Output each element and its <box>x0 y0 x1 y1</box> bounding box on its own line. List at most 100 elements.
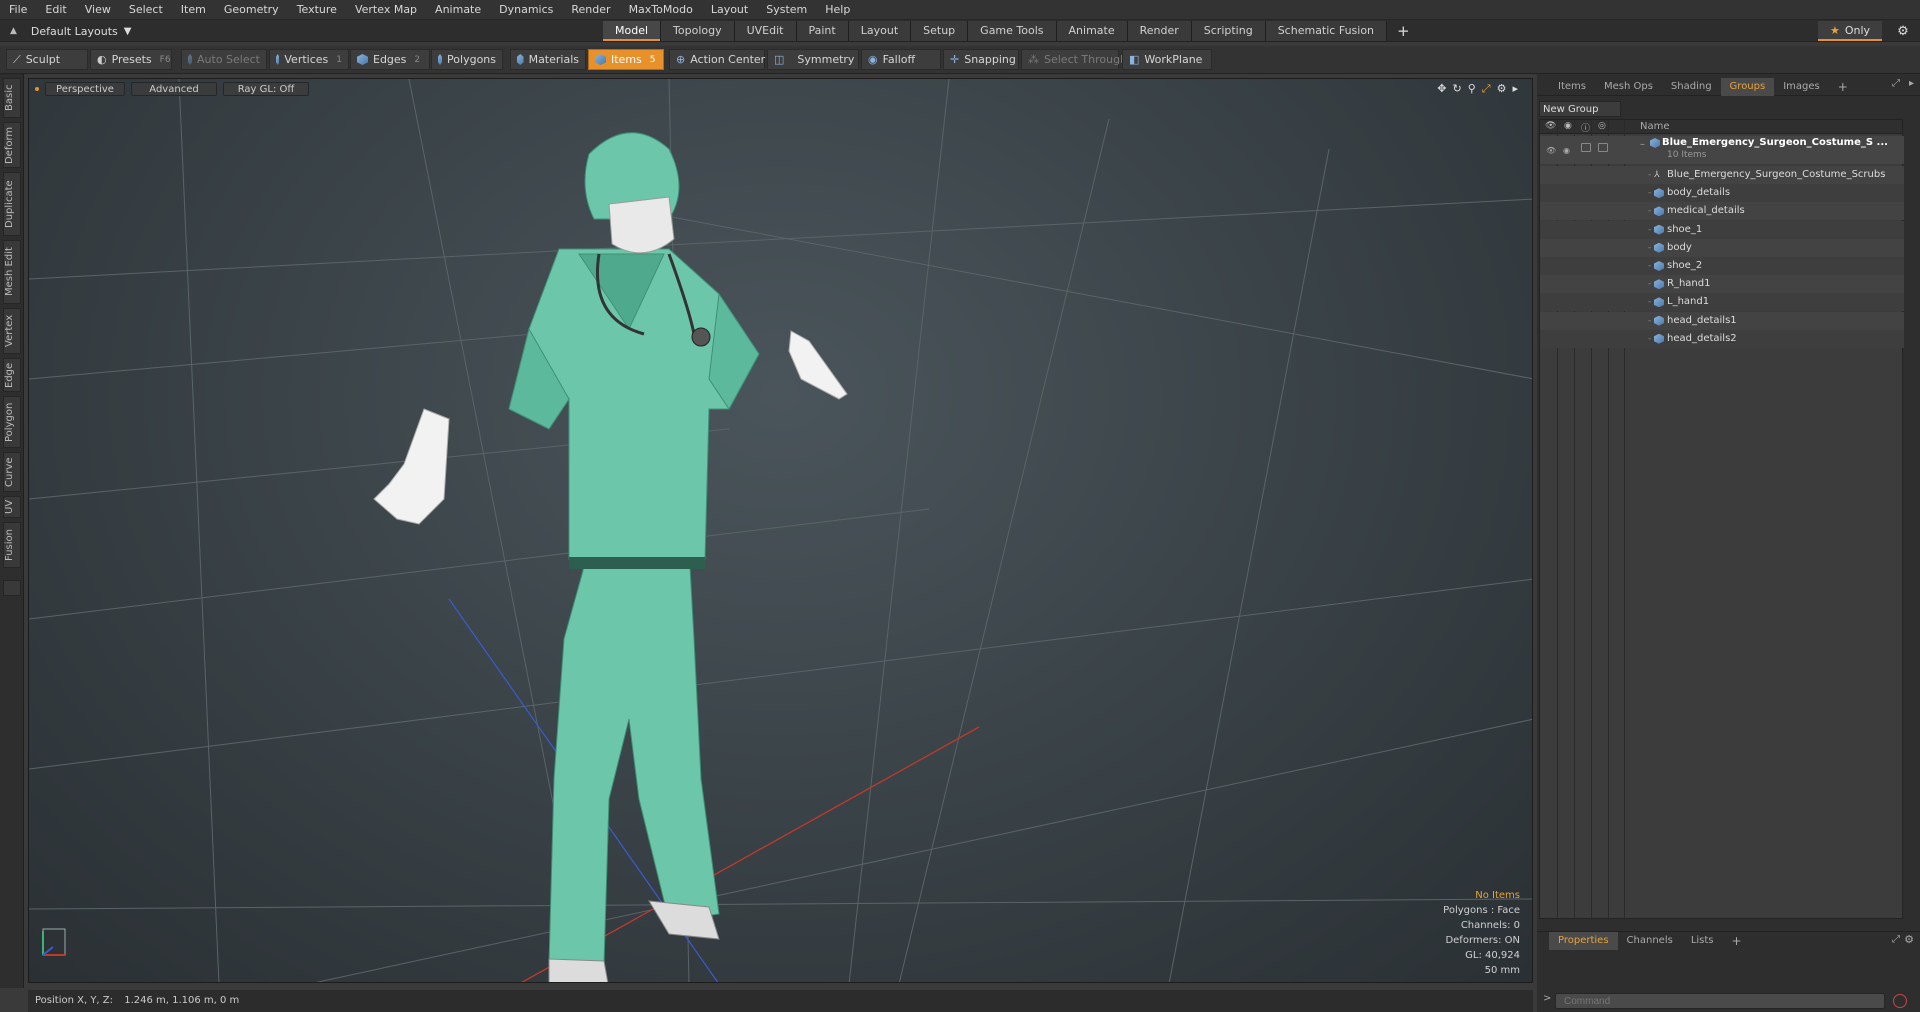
group-item-row[interactable]: - shoe_1 <box>1540 220 1904 239</box>
tab-setup[interactable]: Setup <box>911 21 969 41</box>
expand-arrow-icon[interactable]: ▸ <box>1512 82 1518 96</box>
menu-dynamics[interactable]: Dynamics <box>490 0 562 20</box>
left-tab-polygon[interactable]: Polygon <box>3 396 21 448</box>
left-tab-deform[interactable]: Deform <box>3 122 21 168</box>
new-group-button[interactable]: New Group <box>1539 101 1621 117</box>
menu-vertex-map[interactable]: Vertex Map <box>346 0 426 20</box>
panel-tab-images[interactable]: Images <box>1774 78 1829 96</box>
raygl-button[interactable]: Ray GL: Off <box>223 82 309 96</box>
sculpt-button[interactable]: ⟋ Sculpt <box>6 49 88 70</box>
group-item-row[interactable]: - R_hand1 <box>1540 275 1904 294</box>
select-through-button[interactable]: ⁂ Select Through <box>1021 49 1127 70</box>
tab-schematic-fusion[interactable]: Schematic Fusion <box>1265 21 1388 41</box>
menu-maxtomodo[interactable]: MaxToModo <box>620 0 702 20</box>
viewport-settings-icon[interactable]: ⚙ <box>1497 82 1507 96</box>
collapse-icon[interactable]: – <box>1640 136 1645 154</box>
bottom-tab-channels[interactable]: Channels <box>1618 932 1682 950</box>
menu-geometry[interactable]: Geometry <box>215 0 288 20</box>
tab-scripting[interactable]: Scripting <box>1191 21 1266 41</box>
menu-animate[interactable]: Animate <box>426 0 490 20</box>
materials-button[interactable]: Materials <box>510 49 586 70</box>
group-item-row[interactable]: - head_details1 <box>1540 311 1904 330</box>
symmetry-button[interactable]: ◫ Symmetry <box>767 49 859 70</box>
advanced-button[interactable]: Advanced <box>131 82 217 96</box>
tab-model[interactable]: Model <box>603 21 662 41</box>
group-item-row[interactable]: - medical_details <box>1540 202 1904 221</box>
menu-layout[interactable]: Layout <box>702 0 757 20</box>
menu-render[interactable]: Render <box>562 0 619 20</box>
panel-tab-shading[interactable]: Shading <box>1662 78 1721 96</box>
only-button[interactable]: ★ Only <box>1818 21 1882 41</box>
group-item-row[interactable]: - head_details2 <box>1540 329 1904 348</box>
auto-select-button[interactable]: Auto Select <box>181 49 267 70</box>
record-icon[interactable] <box>1893 994 1907 1008</box>
bottom-gear-icon[interactable]: ⚙ <box>1904 933 1914 946</box>
lock-checkbox[interactable] <box>1581 143 1591 152</box>
menu-system[interactable]: System <box>757 0 816 20</box>
group-item-row[interactable]: - ⅄ Blue_Emergency_Surgeon_Costume_Scrubs <box>1540 166 1904 184</box>
left-tab-duplicate[interactable]: Duplicate <box>3 172 21 236</box>
edges-button[interactable]: Edges 2 <box>350 49 430 70</box>
render-toggle-icon[interactable]: ◉ <box>1563 142 1570 160</box>
tab-uvedit[interactable]: UVEdit <box>734 21 797 41</box>
rotate-icon[interactable]: ↻ <box>1453 82 1462 96</box>
stethoscope-chestpiece[interactable] <box>691 327 711 347</box>
tab-layout[interactable]: Layout <box>848 21 912 41</box>
left-shoe[interactable] <box>548 958 609 983</box>
viewport-scene[interactable] <box>29 79 1533 983</box>
group-item-row[interactable]: - shoe_2 <box>1540 257 1904 275</box>
tab-paint[interactable]: Paint <box>796 21 849 41</box>
gear-icon[interactable]: ⚙ <box>1892 21 1914 41</box>
falloff-button[interactable]: ◉ Falloff <box>861 49 941 70</box>
face-mask[interactable] <box>608 196 675 254</box>
left-tab-edge[interactable]: Edge <box>3 358 21 392</box>
items-button[interactable]: Items 5 <box>588 49 664 70</box>
menu-edit[interactable]: Edit <box>36 0 75 20</box>
add-bottom-tab-icon[interactable]: + <box>1723 932 1751 950</box>
bottom-expand-icon[interactable]: ⤢ <box>1892 934 1900 945</box>
viewport-menu-dot[interactable] <box>35 87 39 91</box>
workplane-button[interactable]: ◧ WorkPlane <box>1122 49 1212 70</box>
menu-view[interactable]: View <box>76 0 120 20</box>
layout-selector[interactable]: ▲ Default Layouts ▼ <box>0 20 131 42</box>
menu-file[interactable]: File <box>0 0 36 20</box>
group-item-row[interactable]: - body_details <box>1540 184 1904 203</box>
group-item-row[interactable]: - L_hand1 <box>1540 293 1904 312</box>
left-tab-vertex[interactable]: Vertex <box>3 308 21 354</box>
left-glove[interactable] <box>373 408 450 525</box>
add-tab-icon[interactable]: + <box>1387 21 1420 41</box>
menu-item[interactable]: Item <box>172 0 215 20</box>
tab-topology[interactable]: Topology <box>661 21 735 41</box>
group-item-row[interactable]: - body <box>1540 238 1904 257</box>
left-panel-toggle[interactable] <box>3 580 21 596</box>
scrub-pants[interactable] <box>548 548 720 965</box>
tab-game-tools[interactable]: Game Tools <box>968 21 1057 41</box>
polygons-button[interactable]: Polygons <box>431 49 503 70</box>
left-tab-curve[interactable]: Curve <box>3 452 21 492</box>
left-tab-basic[interactable]: Basic <box>3 78 21 118</box>
panel-tab-mesh-ops[interactable]: Mesh Ops <box>1595 78 1662 96</box>
left-tab-mesh-edit[interactable]: Mesh Edit <box>3 240 21 304</box>
menu-help[interactable]: Help <box>816 0 859 20</box>
menu-select[interactable]: Select <box>120 0 172 20</box>
action-center-button[interactable]: ⊕ Action Center <box>669 49 765 70</box>
bottom-tab-properties[interactable]: Properties <box>1549 931 1618 950</box>
group-row[interactable]: 👁 ◉ – Blue_Emergency_Surgeon_Costume_S .… <box>1540 136 1904 164</box>
snapping-button[interactable]: ✛ Snapping <box>943 49 1019 70</box>
left-tab-fusion[interactable]: Fusion <box>3 522 21 568</box>
right-glove[interactable] <box>788 330 848 400</box>
panel-tab-groups[interactable]: Groups <box>1720 77 1775 96</box>
command-input[interactable] <box>1555 993 1885 1009</box>
right-shoe[interactable] <box>648 900 720 940</box>
select-checkbox[interactable] <box>1598 143 1608 152</box>
pan-icon[interactable]: ✥ <box>1437 82 1446 96</box>
waistband[interactable] <box>569 557 705 569</box>
add-panel-tab-icon[interactable]: + <box>1829 78 1857 96</box>
vertices-button[interactable]: Vertices 1 <box>269 49 349 70</box>
panel-tab-items[interactable]: Items <box>1549 78 1595 96</box>
name-column-header[interactable]: Name <box>1640 120 1670 134</box>
menu-texture[interactable]: Texture <box>288 0 346 20</box>
presets-button[interactable]: ◐ Presets F6 <box>90 49 172 70</box>
zoom-icon[interactable]: ⚲ <box>1468 82 1476 96</box>
left-tab-uv[interactable]: UV <box>3 496 21 518</box>
